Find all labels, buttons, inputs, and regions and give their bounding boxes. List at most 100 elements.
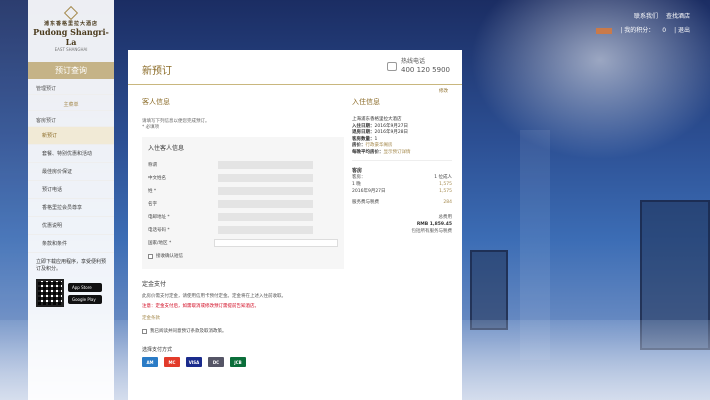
field-label-chinese-name: 中文姓名 (148, 175, 166, 181)
booking-panel: 新预订 热线电话 400 120 5900 修改 客人信息 请填写下列信息以便您… (128, 50, 462, 400)
agree-checkbox[interactable] (142, 328, 147, 334)
price-row-amount: 1,575 (439, 189, 452, 194)
hotline-label: 热线电话 (401, 58, 426, 65)
field-label-country: 国家/地区 * (148, 240, 172, 246)
service-row: 服务费与税费 284 (352, 195, 452, 206)
app-promo-text: 立即下载应用程序，享受便利预订及积分。 (36, 259, 107, 272)
sidebar-section-main: 主菜单 (28, 95, 114, 111)
hotel-logo[interactable]: 浦东香格里拉大酒店 Pudong Shangri-La EAST SHANGHA… (28, 0, 114, 52)
title-field[interactable] (218, 160, 313, 169)
sms-confirm-label: 接收确认短信 (156, 254, 183, 259)
top-bar: 联系我们 查找酒店 | 我的积分： 0 | 退出 (596, 10, 690, 38)
service-amount: 284 (443, 200, 452, 205)
rate-label: 房价： (352, 143, 366, 148)
checkin-value: 2016年9月27日 (374, 123, 409, 129)
field-label-title: 称谓 (148, 162, 157, 168)
field-label-phone: 电话号码 * (148, 227, 170, 233)
room-row-value: 1 位成人 (434, 175, 452, 180)
avg-rate-link[interactable]: 显示预订详情 (384, 150, 411, 155)
rate-link[interactable]: 行政豪华阁房 (366, 143, 393, 148)
amex-card-icon[interactable]: AM (142, 357, 158, 367)
sidebar-item-packages[interactable]: 套餐、特别优惠和活动 (28, 145, 114, 163)
price-row: 1 晚 1,575 (352, 181, 452, 188)
deposit-section: 定金支付 此房价需支付定金，请使用信用卡预付定金。定金将在上述入住前收取。 注意… (142, 269, 344, 367)
sidebar-item-member[interactable]: 香格里拉会员尊享 (28, 199, 114, 217)
contact-us-link[interactable]: 联系我们 (634, 10, 658, 24)
stay-summary-column: 入住信息 上海浦东香格里拉大酒店 入住日期：2016年9月27日 退房日期：20… (344, 85, 462, 367)
guest-form-title: 入住客人信息 (148, 145, 185, 152)
total-amount: RMB 1,859.45 (416, 222, 452, 227)
guest-info-title: 客人信息 (142, 98, 170, 106)
sidebar-item-new-booking[interactable]: 新预订 (28, 127, 114, 145)
sidebar-item-phone[interactable]: 预订电话 (28, 181, 114, 199)
chinese-name-field[interactable] (218, 173, 313, 182)
field-label-first-name: 名字 (148, 201, 157, 207)
points-value: 0 (662, 27, 667, 34)
logo-chinese-name: 浦东香格里拉大酒店 (43, 21, 98, 27)
google-play-button[interactable]: Google Play (68, 294, 102, 304)
background-window (470, 250, 508, 330)
visa-card-icon[interactable]: VISA (186, 357, 202, 367)
sidebar-item-manage-booking[interactable]: 管理预订 (28, 79, 114, 95)
rooms-count-label: 客房数量： (352, 136, 375, 142)
price-row-label: 1 晚 (352, 182, 361, 187)
payment-title: 选择支付方式 (142, 347, 173, 353)
deposit-title: 定金支付 (142, 281, 167, 288)
price-row-date: 2016年9月27日 (352, 189, 386, 194)
first-name-field[interactable] (218, 199, 313, 208)
hotel-search-link[interactable]: 查找酒店 (666, 10, 690, 24)
email-field[interactable] (218, 212, 313, 221)
agree-label: 我已阅读并同意预订条款及取消政策。 (150, 329, 227, 334)
required-note: * 必填项 (142, 125, 160, 130)
total-label: 总费用 (438, 215, 453, 220)
room-row-label: 客房： (352, 175, 366, 180)
hotline: 热线电话 400 120 5900 (387, 58, 450, 74)
country-select[interactable] (214, 238, 338, 247)
panel-header: 新预订 热线电话 400 120 5900 (128, 50, 462, 85)
price-row-amount: 1,575 (439, 182, 452, 187)
hotline-number: 400 120 5900 (401, 66, 450, 74)
total-section: 总费用 RMB 1,859.45 包括所有服务与税费 (352, 206, 453, 235)
mastercard-icon[interactable]: MC (164, 357, 180, 367)
phone-field[interactable] (218, 225, 313, 234)
sidebar-item-best-rate[interactable]: 最佳房价保证 (28, 163, 114, 181)
room-row: 客房： 1 位成人 (352, 174, 452, 181)
sms-confirm-checkbox[interactable] (148, 253, 153, 259)
payment-methods: AM MC VISA DC JCB (142, 357, 344, 367)
deposit-terms-link[interactable]: 定金条款 (142, 312, 344, 324)
sidebar-item-offers[interactable]: 优惠说明 (28, 217, 114, 235)
shangri-la-logo-icon (63, 5, 79, 21)
logout-link[interactable]: | 退出 (674, 24, 690, 38)
avg-rate-label: 每晚平均房价： (352, 149, 384, 155)
logo-english-name: Pudong Shangri-La (33, 27, 109, 47)
qr-code-icon (36, 279, 64, 307)
rooms-count-value: 1 (374, 136, 378, 142)
app-download: App Store Google Play (28, 275, 114, 311)
stay-info-title: 入住信息 (352, 98, 380, 106)
checkout-value: 2016年9月28日 (374, 130, 409, 135)
guest-form: 入住客人信息 称谓 中文姓名 姓 * 名字 电邮地址 * 电话号码 * 国家/地… (142, 137, 344, 269)
points-label: | 我的积分： (620, 27, 655, 34)
edit-link[interactable]: 修改 (439, 88, 448, 94)
logo-subtitle: EAST SHANGHAI (54, 47, 88, 52)
checkout-label: 退房日期： (352, 130, 375, 135)
service-label: 服务费与税费 (352, 200, 379, 205)
sidebar: 浦东香格里拉大酒店 Pudong Shangri-La EAST SHANGHA… (28, 0, 114, 400)
app-store-button[interactable]: App Store (68, 282, 102, 292)
total-note: 包括所有服务与税费 (411, 229, 453, 234)
price-row: 2016年9月27日 1,575 (352, 188, 452, 195)
stay-summary: 上海浦东香格里拉大酒店 入住日期：2016年9月27日 退房日期：2016年9月… (352, 113, 452, 161)
jcb-card-icon[interactable]: JCB (230, 357, 246, 367)
sidebar-item-terms[interactable]: 条款和条件 (28, 235, 114, 253)
diners-club-icon[interactable]: DC (208, 357, 224, 367)
rooms-heading: 客房 (352, 168, 363, 174)
field-label-last-name: 姓 * (148, 188, 157, 194)
guest-info-column: 客人信息 请填写下列信息以便您完成预订。 * 必填项 入住客人信息 称谓 中文姓… (128, 85, 344, 367)
checkin-label: 入住日期： (352, 123, 375, 129)
last-name-field[interactable] (218, 186, 313, 195)
sidebar-group-room-booking[interactable]: 客房预订 (28, 111, 114, 127)
page-title: 新预订 (142, 66, 172, 77)
sidebar-title: 预订查询 (28, 62, 114, 79)
phone-icon (387, 61, 397, 71)
deposit-warning: 注意：定金支付后，如需取消或修改预订需提前告知酒店。 (142, 304, 259, 309)
